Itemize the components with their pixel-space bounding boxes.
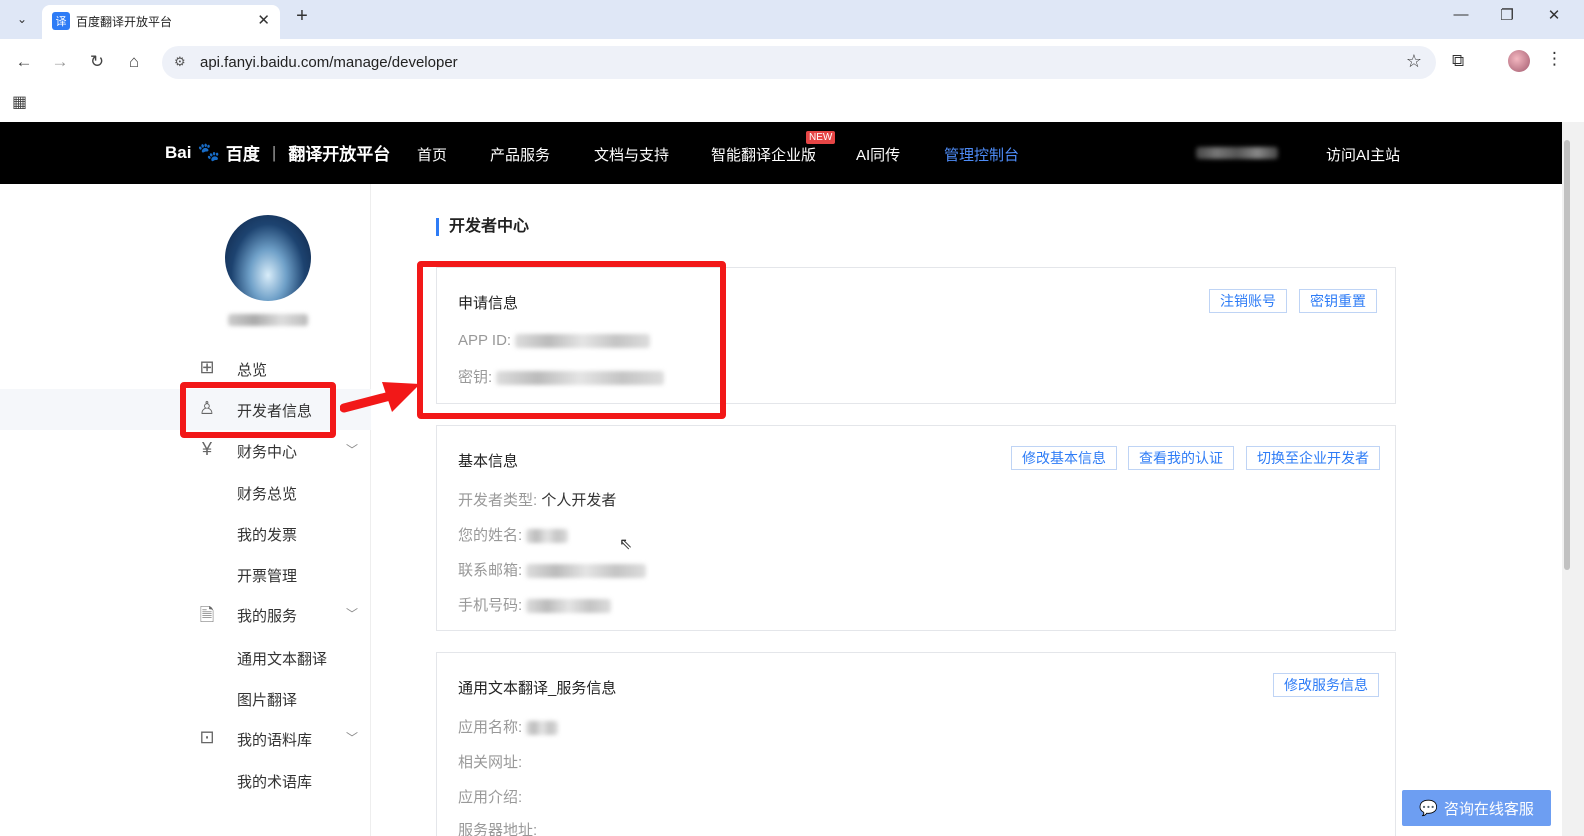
address-bar-row: ← → ↻ ⌂ ⚙ api.fanyi.baidu.com/manage/dev… (0, 39, 1584, 86)
cancel-account-button[interactable]: 注销账号 (1209, 289, 1287, 313)
page-title: 开发者中心 (436, 218, 529, 236)
browser-tab-bar: ⌄ 译 百度翻译开放平台 ✕ + — ❐ ✕ (0, 0, 1584, 39)
highlight-box-apply-info (417, 261, 726, 419)
browser-tab[interactable]: 译 百度翻译开放平台 ✕ (42, 5, 280, 39)
sidebar-item-corpus[interactable]: ⊡ 我的语料库 ﹀ (0, 718, 371, 759)
user-name-blurred[interactable] (1196, 147, 1278, 159)
tab-list-chevron-icon[interactable]: ⌄ (8, 6, 36, 32)
sidebar-sub-image-translation[interactable]: 图片翻译 (237, 689, 297, 710)
nav-visit-ai[interactable]: 访问AI主站 (1326, 144, 1400, 165)
home-icon[interactable]: ⌂ (122, 52, 146, 72)
sidebar: ⊞ 总览 ♙ 开发者信息 ¥ 财务中心 ﹀ 财务总览 我的发票 开票管理 🗎 我… (0, 184, 371, 836)
edit-basic-info-button[interactable]: 修改基本信息 (1011, 446, 1117, 470)
bookmark-star-icon[interactable]: ☆ (1406, 51, 1422, 72)
box-icon: ⊡ (199, 727, 215, 747)
close-tab-icon[interactable]: ✕ (257, 11, 270, 29)
nav-home[interactable]: 首页 (417, 144, 447, 165)
card-title: 基本信息 (458, 453, 519, 470)
logo-separator: | (271, 142, 277, 162)
sidebar-item-label: 我的语料库 (237, 732, 313, 749)
extensions-icon[interactable]: ⧉ (1452, 51, 1464, 71)
annotation-arrow-icon (340, 382, 420, 413)
switch-enterprise-button[interactable]: 切换至企业开发者 (1246, 446, 1380, 470)
edit-service-info-button[interactable]: 修改服务信息 (1273, 673, 1379, 697)
email-blurred (526, 564, 647, 579)
sidebar-sub-invoices[interactable]: 我的发票 (237, 524, 297, 545)
back-icon[interactable]: ← (12, 52, 36, 72)
user-avatar (225, 215, 311, 301)
nav-console[interactable]: 管理控制台 (944, 144, 1019, 165)
tab-title: 百度翻译开放平台 (76, 15, 173, 29)
new-badge: NEW (806, 131, 836, 144)
logo-platform-text: 翻译开放平台 (288, 145, 391, 164)
sidebar-item-label: 财务中心 (237, 444, 298, 461)
name-field: 您的姓名: (458, 524, 569, 545)
view-certification-button[interactable]: 查看我的认证 (1128, 446, 1234, 470)
favicon-icon: 译 (52, 12, 70, 30)
site-info-icon[interactable]: ⚙ (174, 54, 186, 70)
window-close-icon[interactable]: ✕ (1539, 6, 1569, 24)
website-field: 相关网址: (458, 754, 523, 771)
site-logo[interactable]: Bai 🐾 百度 | 翻译开放平台 (165, 140, 390, 165)
reset-key-button[interactable]: 密钥重置 (1299, 289, 1377, 313)
document-icon: 🗎 (199, 605, 215, 625)
mouse-cursor-icon: ⇖ (619, 536, 633, 553)
service-info-card: 通用文本翻译_服务信息 应用名称: 相关网址: 应用介绍: 服务器地址: 修改服… (436, 652, 1396, 836)
minimize-icon[interactable]: — (1446, 6, 1476, 23)
nav-enterprise[interactable]: 智能翻译企业版 (711, 144, 816, 165)
restore-icon[interactable]: ❐ (1492, 6, 1522, 24)
sidebar-sub-invoice-manage[interactable]: 开票管理 (237, 565, 297, 586)
yen-icon: ¥ (201, 439, 212, 459)
nav-ai-interpret[interactable]: AI同传 (856, 144, 900, 165)
sidebar-item-label: 我的服务 (237, 608, 298, 625)
paw-icon: 🐾 (197, 142, 220, 162)
url-text[interactable]: api.fanyi.baidu.com/manage/developer (200, 54, 458, 71)
server-field: 服务器地址: (458, 822, 538, 836)
chevron-down-icon: ﹀ (346, 443, 359, 457)
sidebar-item-label: 总览 (237, 362, 268, 379)
intro-field: 应用介绍: (458, 789, 523, 806)
email-field: 联系邮箱: (458, 559, 647, 580)
online-support-button[interactable]: 💬 咨询在线客服 (1402, 790, 1551, 826)
chevron-down-icon: ﹀ (346, 731, 359, 745)
basic-info-card: 基本信息 开发者类型: 个人开发者 您的姓名: 联系邮箱: 手机号码: 修改基本… (436, 425, 1396, 631)
grid-icon: ⊞ (199, 357, 215, 377)
nav-products[interactable]: 产品服务 (490, 144, 550, 165)
highlight-box-sidebar (180, 382, 336, 438)
sidebar-item-my-services[interactable]: 🗎 我的服务 ﹀ (0, 594, 371, 635)
omnibox[interactable]: ⚙ api.fanyi.baidu.com/manage/developer ☆ (162, 46, 1436, 79)
online-support-label: 咨询在线客服 (1443, 800, 1534, 818)
new-tab-icon[interactable]: + (290, 5, 314, 28)
browser-menu-icon[interactable]: ⋮ (1546, 49, 1563, 69)
chat-icon: 💬 (1419, 800, 1438, 817)
reload-icon[interactable]: ↻ (85, 52, 109, 72)
profile-avatar[interactable] (1508, 50, 1530, 72)
sidebar-sub-terminology[interactable]: 我的术语库 (237, 771, 312, 792)
phone-blurred (526, 599, 612, 614)
scrollbar-thumb[interactable] (1564, 140, 1570, 570)
site-header: Bai 🐾 百度 | 翻译开放平台 首页 产品服务 文档与支持 智能翻译企业版 NE… (0, 122, 1562, 184)
name-blurred (526, 529, 569, 544)
nav-docs[interactable]: 文档与支持 (594, 144, 669, 165)
app-name-blurred (526, 721, 559, 736)
sidebar-sub-text-translation[interactable]: 通用文本翻译 (237, 648, 327, 669)
forward-icon[interactable]: → (48, 52, 72, 72)
logo-bai-text: Bai (165, 142, 192, 162)
dev-type-field: 开发者类型: 个人开发者 (458, 492, 617, 509)
app-name-field: 应用名称: (458, 716, 559, 737)
card-title: 通用文本翻译_服务信息 (458, 680, 617, 697)
logo-du-text: 百度 (225, 145, 260, 164)
phone-field: 手机号码: (458, 594, 612, 615)
user-name-blurred (228, 314, 308, 326)
apps-grid-icon[interactable]: ▦ (12, 92, 27, 112)
sidebar-sub-finance-overview[interactable]: 财务总览 (237, 483, 297, 504)
bookmarks-bar: ▦ (0, 86, 1584, 122)
chevron-down-icon: ﹀ (346, 607, 359, 621)
